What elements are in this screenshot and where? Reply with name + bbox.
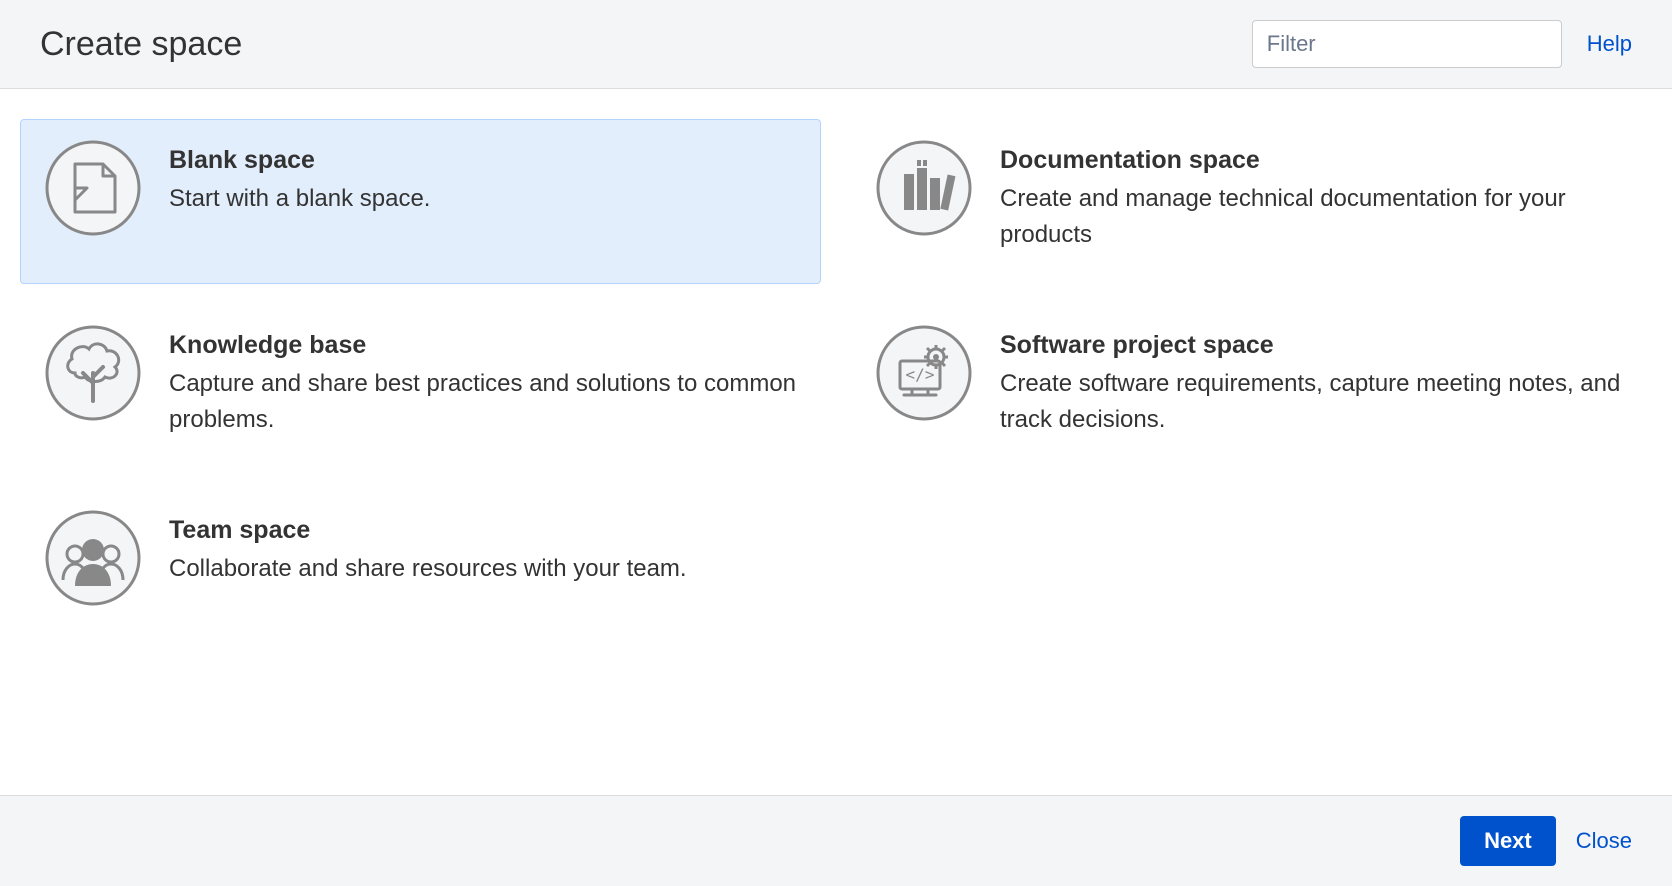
card-description: Create and manage technical documentatio… xyxy=(1000,181,1627,253)
card-title: Knowledge base xyxy=(169,331,796,360)
card-title: Team space xyxy=(169,516,796,545)
header-controls: Help xyxy=(1252,20,1632,68)
books-icon xyxy=(876,140,972,236)
card-title: Blank space xyxy=(169,146,796,175)
card-text: Blank space Start with a blank space. xyxy=(169,140,796,217)
team-icon xyxy=(45,510,141,606)
card-title: Documentation space xyxy=(1000,146,1627,175)
card-text: Software project space Create software r… xyxy=(1000,325,1627,438)
card-text: Team space Collaborate and share resourc… xyxy=(169,510,796,587)
space-card-team[interactable]: Team space Collaborate and share resourc… xyxy=(20,489,821,637)
space-card-knowledge[interactable]: Knowledge base Capture and share best pr… xyxy=(20,304,821,469)
card-description: Capture and share best practices and sol… xyxy=(169,366,796,438)
card-text: Knowledge base Capture and share best pr… xyxy=(169,325,796,438)
blank-page-icon xyxy=(45,140,141,236)
tree-icon xyxy=(45,325,141,421)
card-title: Software project space xyxy=(1000,331,1627,360)
space-card-software[interactable]: </> Software project space Create softwa… xyxy=(851,304,1652,469)
card-description: Collaborate and share resources with you… xyxy=(169,551,796,587)
card-description: Create software requirements, capture me… xyxy=(1000,366,1627,438)
code-gear-icon: </> xyxy=(876,325,972,421)
filter-input[interactable] xyxy=(1252,20,1562,68)
dialog-title: Create space xyxy=(40,25,242,64)
svg-text:</>: </> xyxy=(906,365,935,384)
dialog-footer: Next Close xyxy=(0,795,1672,886)
space-card-blank[interactable]: Blank space Start with a blank space. xyxy=(20,119,821,284)
card-description: Start with a blank space. xyxy=(169,181,796,217)
space-card-documentation[interactable]: Documentation space Create and manage te… xyxy=(851,119,1652,284)
close-button[interactable]: Close xyxy=(1576,828,1632,854)
card-text: Documentation space Create and manage te… xyxy=(1000,140,1627,253)
next-button[interactable]: Next xyxy=(1460,816,1556,866)
space-template-grid: Blank space Start with a blank space. Do… xyxy=(0,89,1672,795)
help-link[interactable]: Help xyxy=(1587,31,1632,57)
dialog-header: Create space Help xyxy=(0,0,1672,89)
